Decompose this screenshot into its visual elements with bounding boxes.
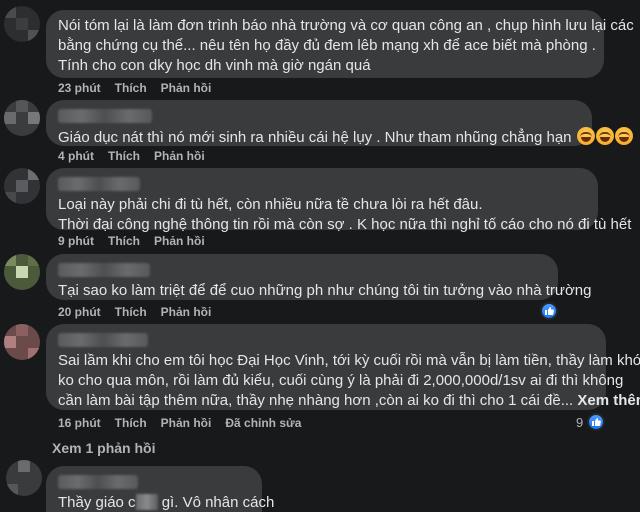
comment-timestamp[interactable]: 9 phút: [58, 234, 94, 248]
comment-timestamp[interactable]: 16 phút: [58, 416, 101, 430]
comment-text-line: Giáo dục nát thì nó mới sinh ra nhiều cá…: [58, 127, 633, 148]
author-name-blurred[interactable]: [58, 177, 140, 191]
like-button[interactable]: Thích: [115, 81, 147, 95]
comment-bubble: Loại này phải chi đi tù hết, còn nhiều n…: [46, 168, 631, 233]
comment-text-line: Sai lầm khi cho em tôi học Đại Học Vinh,…: [58, 352, 640, 369]
author-name-blurred[interactable]: [58, 109, 152, 123]
comment-timestamp[interactable]: 4 phút: [58, 149, 94, 163]
like-icon: [587, 413, 606, 431]
comment-text-line: Nói tóm lại là làm đơn trình báo nhà trư…: [58, 17, 634, 34]
view-replies-link[interactable]: Xem 1 phản hồi: [52, 440, 155, 456]
like-button[interactable]: Thích: [108, 234, 140, 248]
reply-button[interactable]: Phản hồi: [161, 305, 212, 319]
comment-text-line: Thầy giáo c gì. Vô nhân cách: [58, 493, 274, 512]
comment-actions: 16 phút Thích Phản hồi Đã chỉnh sửa: [58, 416, 301, 430]
comment-bubble: Nói tóm lại là làm đơn trình báo nhà trư…: [46, 10, 634, 78]
comment-text: Thầy giáo c: [58, 494, 136, 511]
comment-actions: 20 phút Thích Phản hồi: [58, 305, 211, 319]
censored-word: [135, 494, 158, 510]
comment-actions: 4 phút Thích Phản hồi: [58, 149, 205, 163]
reaction-summary[interactable]: [540, 302, 558, 320]
comment-text-line: ko cho qua môn, rồi làm đủ kiểu, cuối cù…: [58, 372, 624, 389]
comment-text-line: Thời đại công nghệ thông tin rồi mà còn …: [58, 216, 632, 233]
author-name-blurred[interactable]: [58, 475, 138, 489]
author-name-blurred[interactable]: [58, 263, 150, 277]
like-button[interactable]: Thích: [108, 149, 140, 163]
reply-button[interactable]: Phản hồi: [161, 81, 212, 95]
laughing-emoji-icon: [576, 127, 595, 145]
like-button[interactable]: Thích: [115, 305, 147, 319]
comment-text-line: bằng chứng cụ thể... nêu tên họ đầy đủ đ…: [58, 37, 596, 54]
avatar[interactable]: [4, 6, 40, 42]
like-button[interactable]: Thích: [115, 416, 147, 430]
comment-text: gì. Vô nhân cách: [161, 494, 275, 511]
comment-bubble: Giáo dục nát thì nó mới sinh ra nhiều cá…: [46, 100, 633, 148]
avatar[interactable]: [4, 324, 40, 360]
comment-actions: 9 phút Thích Phản hồi: [58, 234, 205, 248]
comment-bubble: Thầy giáo c gì. Vô nhân cách: [46, 466, 274, 512]
reply-button[interactable]: Phản hồi: [154, 149, 205, 163]
comment-text-line: Loại này phải chi đi tù hết, còn nhiều n…: [58, 196, 483, 213]
avatar[interactable]: [4, 168, 40, 204]
comment-text-line: cần làm bài tập thêm nữa, thầy nhẹ nhàng…: [58, 391, 640, 411]
comment-timestamp[interactable]: 23 phút: [58, 81, 101, 95]
avatar[interactable]: [6, 460, 42, 496]
see-more-link[interactable]: Xem thêm: [577, 392, 640, 409]
like-icon: [540, 302, 558, 320]
comment-actions: 23 phút Thích Phản hồi: [58, 81, 211, 95]
laughing-emoji-icon: [595, 127, 614, 145]
reaction-count: 9: [576, 414, 584, 430]
top-edge: [0, 0, 640, 4]
avatar[interactable]: [4, 100, 40, 136]
reply-button[interactable]: Phản hồi: [161, 416, 212, 430]
comment-bubble: Tại sao ko làm triệt để để cuo những ph …: [46, 254, 592, 300]
edited-label[interactable]: Đã chỉnh sửa: [225, 416, 301, 430]
reply-button[interactable]: Phản hồi: [154, 234, 205, 248]
comment-bubble: Sai lầm khi cho em tôi học Đại Học Vinh,…: [46, 324, 640, 411]
reaction-summary[interactable]: 9: [576, 413, 606, 431]
avatar[interactable]: [4, 254, 40, 290]
comment-text-line: Tính cho con dky học dh vinh mà giờ ngán…: [58, 57, 371, 74]
comment-text-line: Tại sao ko làm triệt để để cuo những ph …: [58, 282, 592, 299]
laughing-emoji-icon: [614, 127, 633, 145]
author-name-blurred[interactable]: [58, 333, 148, 347]
comment-text: Giáo dục nát thì nó mới sinh ra nhiều cá…: [58, 129, 572, 146]
comment-timestamp[interactable]: 20 phút: [58, 305, 101, 319]
comment-text: cần làm bài tập thêm nữa, thầy nhẹ nhàng…: [58, 392, 574, 409]
